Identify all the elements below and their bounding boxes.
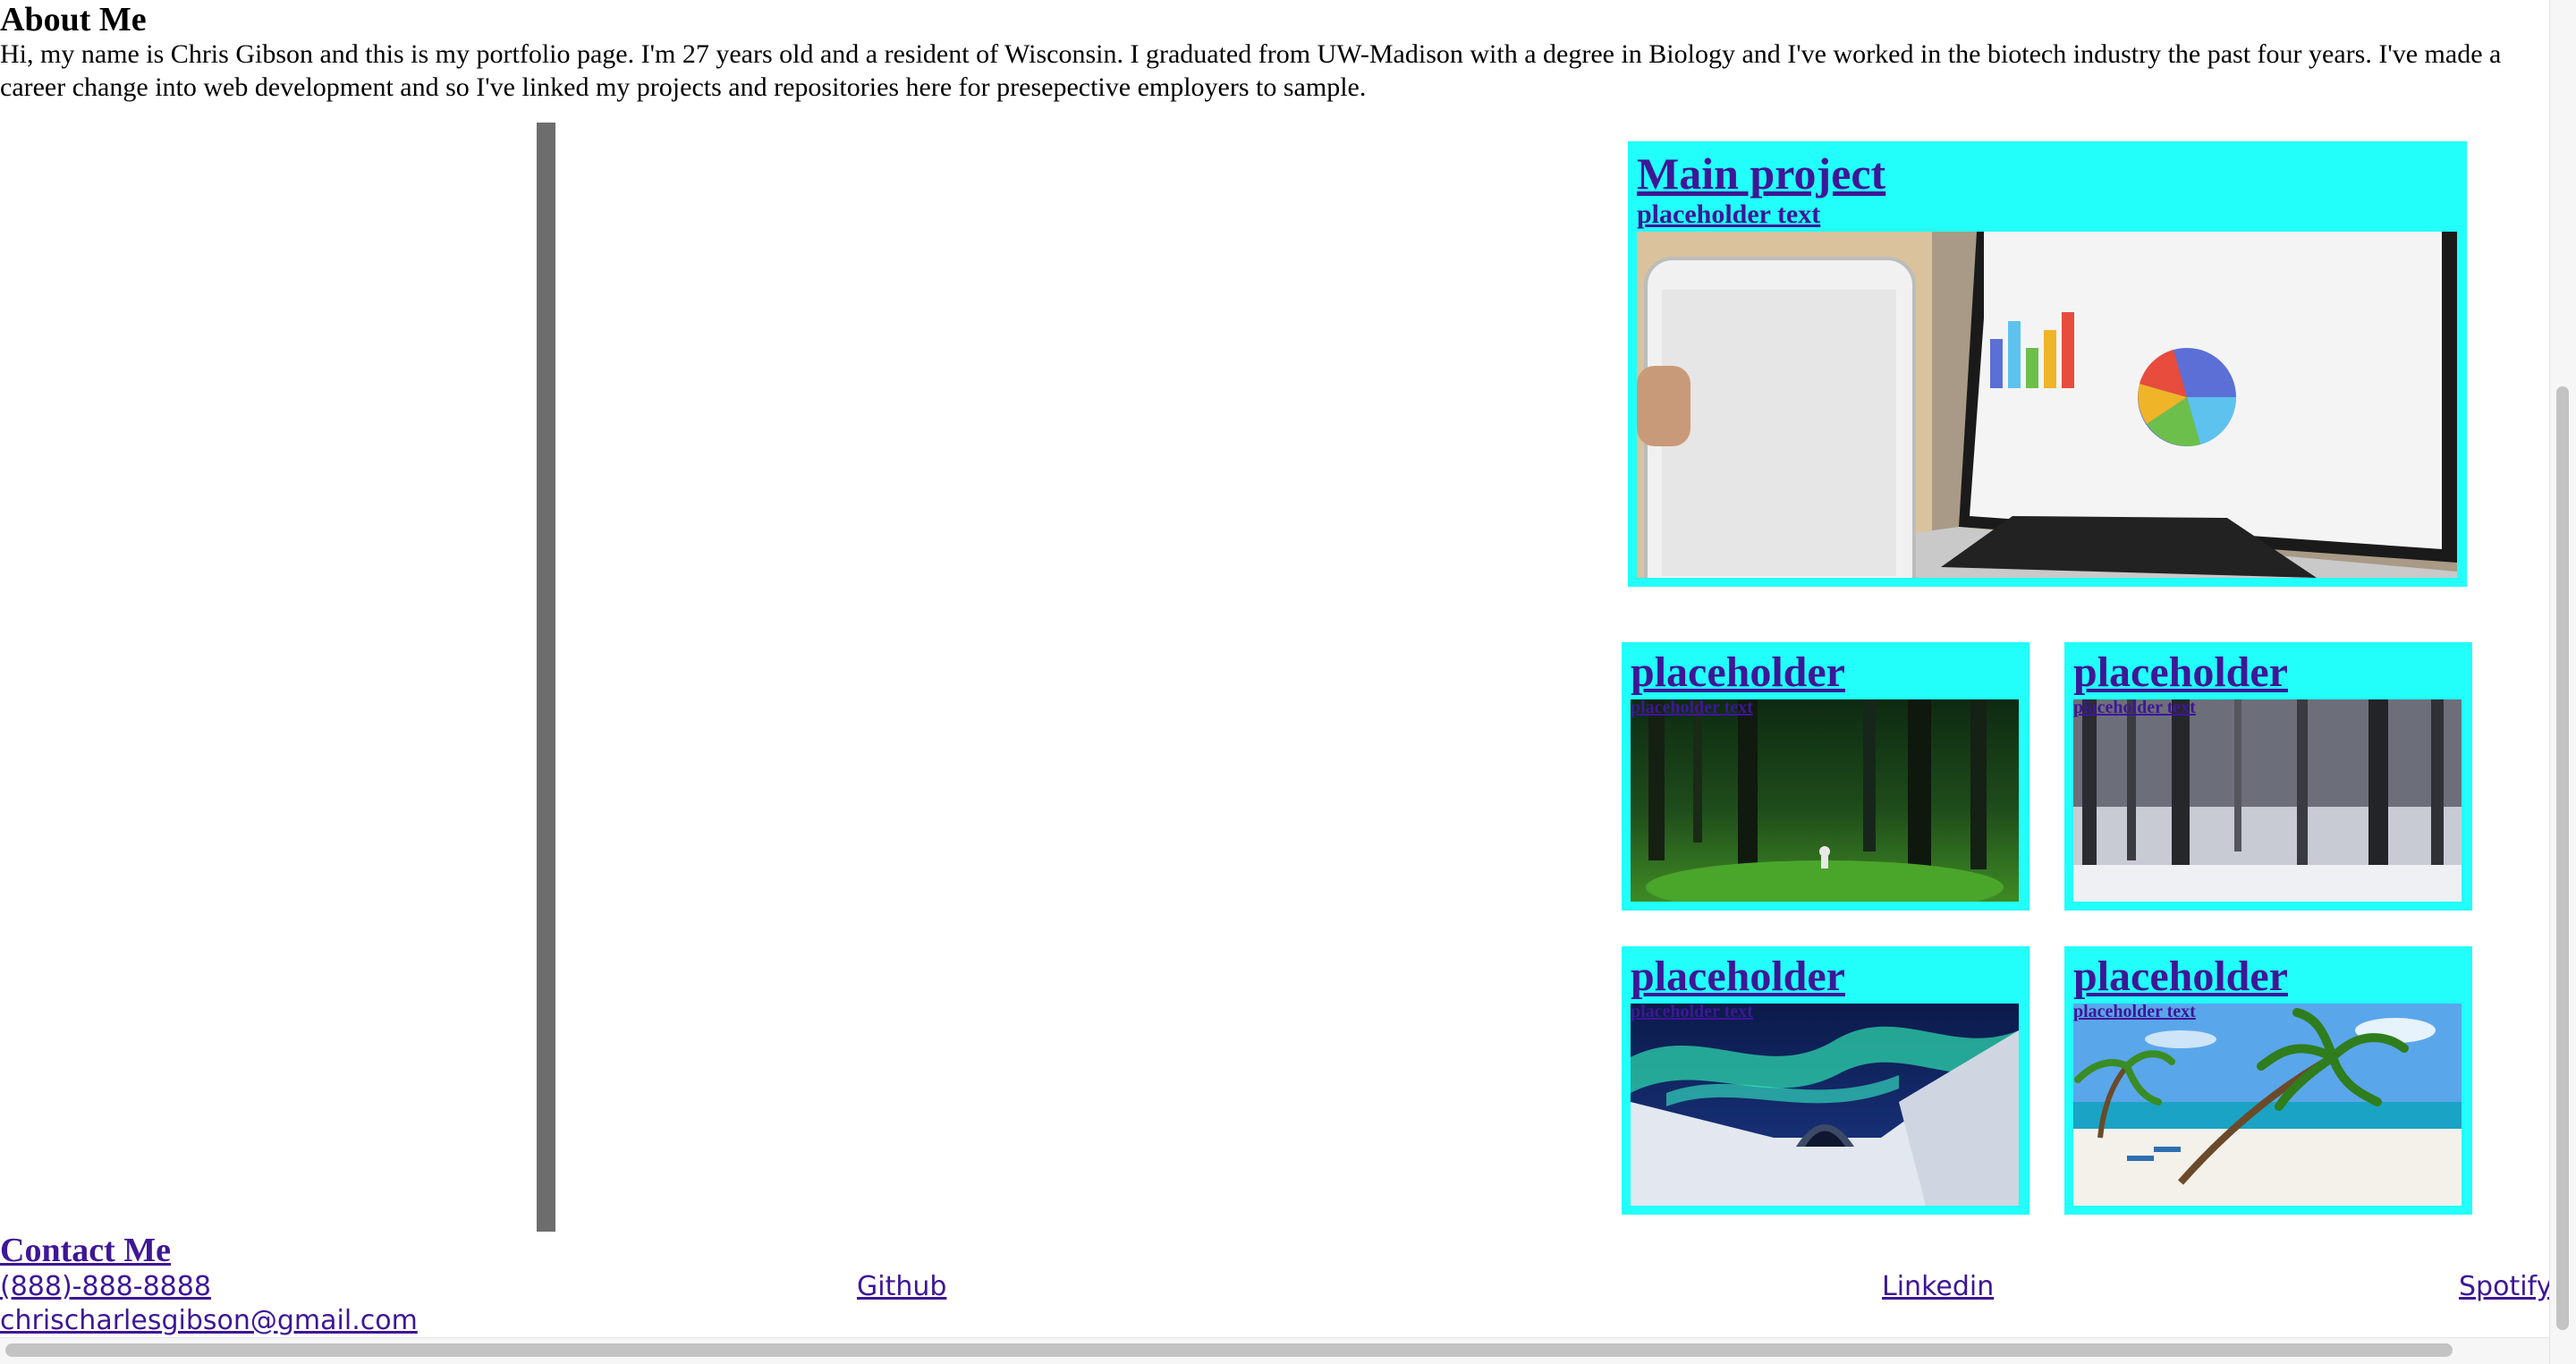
project-2-subtitle[interactable]: placeholder text — [2073, 698, 2196, 717]
contact-me-link[interactable]: Contact Me — [0, 1231, 171, 1270]
project-card-2[interactable]: placeholder placeholder text — [2064, 642, 2472, 911]
about-title: About Me — [0, 1, 147, 38]
vertical-divider — [537, 123, 555, 1232]
main-project-card[interactable]: Main project placeholder text — [1628, 141, 2467, 587]
linkedin-link[interactable]: Linkedin — [1882, 1270, 1994, 1304]
project-2-link[interactable]: placeholder — [2073, 648, 2288, 698]
aurora-snow-tunnel-image[interactable] — [1631, 1004, 2019, 1206]
green-forest-image[interactable] — [1631, 699, 2019, 902]
project-card-3[interactable]: placeholder placeholder text — [1622, 946, 2029, 1215]
vertical-scrollbar-thumb[interactable] — [2556, 386, 2569, 1330]
email-link[interactable]: chrischarlesgibson@gmail.com — [0, 1304, 418, 1338]
main-project-subtitle[interactable]: placeholder text — [1637, 199, 1820, 231]
project-4-subtitle[interactable]: placeholder text — [2073, 1002, 2196, 1021]
project-1-subtitle[interactable]: placeholder text — [1631, 698, 1753, 717]
project-1-link[interactable]: placeholder — [1631, 648, 1845, 698]
snowy-forest-image[interactable] — [2073, 699, 2462, 902]
spotify-link[interactable]: Spotify — [2459, 1270, 2552, 1304]
project-card-1[interactable]: placeholder placeholder text — [1622, 642, 2029, 911]
main-project-link[interactable]: Main project — [1637, 147, 1885, 200]
horizontal-scrollbar-thumb[interactable] — [5, 1343, 2453, 1357]
project-4-link[interactable]: placeholder — [2073, 952, 2288, 1002]
laptop-tablet-image[interactable] — [1637, 232, 2457, 578]
tropical-beach-image[interactable] — [2073, 1004, 2462, 1206]
project-3-link[interactable]: placeholder — [1631, 952, 1845, 1002]
github-link[interactable]: Github — [857, 1270, 946, 1304]
project-card-4[interactable]: placeholder placeholder text — [2064, 946, 2472, 1215]
phone-link[interactable]: (888)-888-8888 — [0, 1270, 211, 1304]
project-3-subtitle[interactable]: placeholder text — [1631, 1002, 1753, 1021]
about-text: Hi, my name is Chris Gibson and this is … — [0, 39, 2502, 102]
